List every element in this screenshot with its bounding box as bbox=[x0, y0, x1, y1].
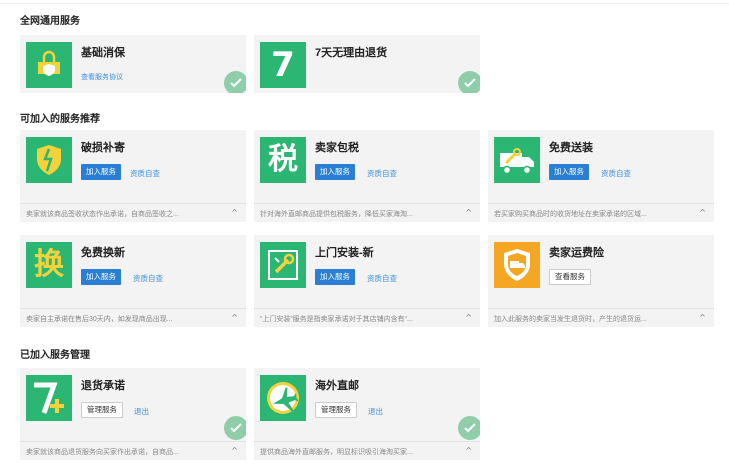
description-bar: 卖家就该商品签收状态作出承诺，自商品签收之... ^ bbox=[20, 203, 246, 222]
chevron-up-icon[interactable]: ^ bbox=[465, 313, 472, 322]
description-bar: 针对海外直邮商品提供包税服务，降低买家海淘... ^ bbox=[254, 203, 480, 222]
view-agreement-link[interactable]: 查看服务协议 bbox=[81, 72, 123, 82]
broken-shield-icon bbox=[26, 137, 72, 183]
description-bar: 卖家就该商品退货服务向买家作出承诺，自商品... ^ bbox=[20, 441, 246, 460]
service-title: 卖家包税 bbox=[315, 142, 359, 154]
chevron-up-icon[interactable]: ^ bbox=[465, 446, 472, 455]
qualification-check-link[interactable]: 资质自查 bbox=[601, 168, 631, 179]
join-service-button[interactable]: 加入服务 bbox=[315, 164, 355, 180]
airplane-icon bbox=[260, 375, 306, 421]
service-card-free-delivery-install[interactable]: 免费送装 加入服务 资质自查 若买家购买商品时的收货地址在卖家承诺的区域... … bbox=[488, 130, 714, 222]
qualification-check-link[interactable]: 资质自查 bbox=[130, 168, 160, 179]
shield-bag-icon bbox=[26, 42, 72, 88]
description-bar: 提供商品海外直邮服务，明显标识吸引海淘买家... ^ bbox=[254, 441, 480, 460]
section-title-joined: 已加入服务管理 bbox=[20, 350, 90, 361]
delivery-truck-icon bbox=[494, 137, 540, 183]
freight-insurance-icon bbox=[494, 242, 540, 288]
service-card-seller-tax[interactable]: 税 卖家包税 加入服务 资质自查 针对海外直邮商品提供包税服务，降低买家海淘..… bbox=[254, 130, 480, 222]
joined-check-icon bbox=[224, 416, 246, 440]
service-title: 卖家运费险 bbox=[549, 247, 604, 259]
join-service-button[interactable]: 加入服务 bbox=[81, 164, 121, 180]
joined-check-icon bbox=[224, 71, 246, 93]
service-description: 加入此服务的卖家当发生退货时，产生的退货运... bbox=[494, 316, 647, 323]
section-title-general: 全网通用服务 bbox=[20, 16, 80, 27]
service-title: 破损补寄 bbox=[81, 142, 125, 154]
installation-icon bbox=[260, 242, 306, 288]
service-title: 免费换新 bbox=[81, 247, 125, 259]
section-title-recommended: 可加入的服务推荐 bbox=[20, 114, 100, 125]
service-card-breakage-reship[interactable]: 破损补寄 加入服务 资质自查 卖家就该商品签收状态作出承诺，自商品签收之... … bbox=[20, 130, 246, 222]
service-card-basic-protection[interactable]: 基础消保 查看服务协议 bbox=[20, 35, 246, 93]
qualification-check-link[interactable]: 资质自查 bbox=[367, 168, 397, 179]
tax-icon: 税 bbox=[260, 137, 306, 183]
manage-service-button[interactable]: 管理服务 bbox=[315, 402, 357, 418]
service-title: 免费送装 bbox=[549, 142, 593, 154]
chevron-up-icon[interactable]: ^ bbox=[699, 313, 706, 322]
service-description: 提供商品海外直邮服务，明显标识吸引海淘买家... bbox=[260, 449, 413, 456]
description-bar: 若买家购买商品时的收货地址在卖家承诺的区域... ^ bbox=[488, 203, 714, 222]
joined-check-icon bbox=[458, 71, 480, 93]
chevron-up-icon[interactable]: ^ bbox=[465, 208, 472, 217]
chevron-up-icon[interactable]: ^ bbox=[699, 208, 706, 217]
chevron-up-icon[interactable]: ^ bbox=[231, 446, 238, 455]
manage-service-button[interactable]: 管理服务 bbox=[81, 402, 123, 418]
join-service-button[interactable]: 加入服务 bbox=[81, 269, 121, 285]
exchange-icon: 换 bbox=[26, 242, 72, 288]
exit-link[interactable]: 退出 bbox=[368, 406, 383, 417]
description-bar: “上门安装”服务是指卖家承诺对于其店铺内含有“... ^ bbox=[254, 308, 480, 327]
service-card-free-exchange[interactable]: 换 免费换新 加入服务 资质自查 卖家自主承诺在售后30天内，如发现商品出现..… bbox=[20, 235, 246, 327]
chevron-up-icon[interactable]: ^ bbox=[231, 208, 238, 217]
qualification-check-link[interactable]: 资质自查 bbox=[133, 273, 163, 284]
exit-link[interactable]: 退出 bbox=[134, 406, 149, 417]
chevron-up-icon[interactable]: ^ bbox=[231, 313, 238, 322]
service-description: 卖家就该商品退货服务向买家作出承诺，自商品... bbox=[26, 449, 179, 456]
service-description: 卖家自主承诺在售后30天内，如发现商品出现... bbox=[26, 316, 173, 323]
join-service-button[interactable]: 加入服务 bbox=[315, 269, 355, 285]
service-title: 上门安装-新 bbox=[315, 247, 374, 259]
service-title: 海外直邮 bbox=[315, 380, 359, 392]
service-description: 针对海外直邮商品提供包税服务，降低买家海淘... bbox=[260, 211, 413, 218]
service-card-overseas-direct-mail[interactable]: 海外直邮 管理服务 退出 提供商品海外直邮服务，明显标识吸引海淘买家... ^ bbox=[254, 368, 480, 460]
description-bar: 加入此服务的卖家当发生退货时，产生的退货运... ^ bbox=[488, 308, 714, 327]
service-card-onsite-install[interactable]: 上门安装-新 加入服务 资质自查 “上门安装”服务是指卖家承诺对于其店铺内含有“… bbox=[254, 235, 480, 327]
service-card-7day-return[interactable]: 7 7天无理由退货 bbox=[254, 35, 480, 93]
view-service-button[interactable]: 查看服务 bbox=[549, 269, 591, 285]
service-card-freight-insurance[interactable]: 卖家运费险 查看服务 加入此服务的卖家当发生退货时，产生的退货运... ^ bbox=[488, 235, 714, 327]
service-title: 退货承诺 bbox=[81, 380, 125, 392]
service-description: 若买家购买商品时的收货地址在卖家承诺的区域... bbox=[494, 211, 647, 218]
top-divider bbox=[0, 3, 729, 4]
service-title: 7天无理由退货 bbox=[315, 47, 388, 59]
description-bar: 卖家自主承诺在售后30天内，如发现商品出现... ^ bbox=[20, 308, 246, 327]
qualification-check-link[interactable]: 资质自查 bbox=[367, 273, 397, 284]
join-service-button[interactable]: 加入服务 bbox=[549, 164, 589, 180]
seven-icon: 7 bbox=[260, 42, 306, 88]
seven-plus-icon bbox=[26, 375, 72, 421]
service-card-return-promise[interactable]: 退货承诺 管理服务 退出 卖家就该商品退货服务向买家作出承诺，自商品... ^ bbox=[20, 368, 246, 460]
service-title: 基础消保 bbox=[81, 47, 125, 59]
service-description: “上门安装”服务是指卖家承诺对于其店铺内含有“... bbox=[260, 316, 413, 323]
service-description: 卖家就该商品签收状态作出承诺，自商品签收之... bbox=[26, 211, 179, 218]
joined-check-icon bbox=[458, 416, 480, 440]
